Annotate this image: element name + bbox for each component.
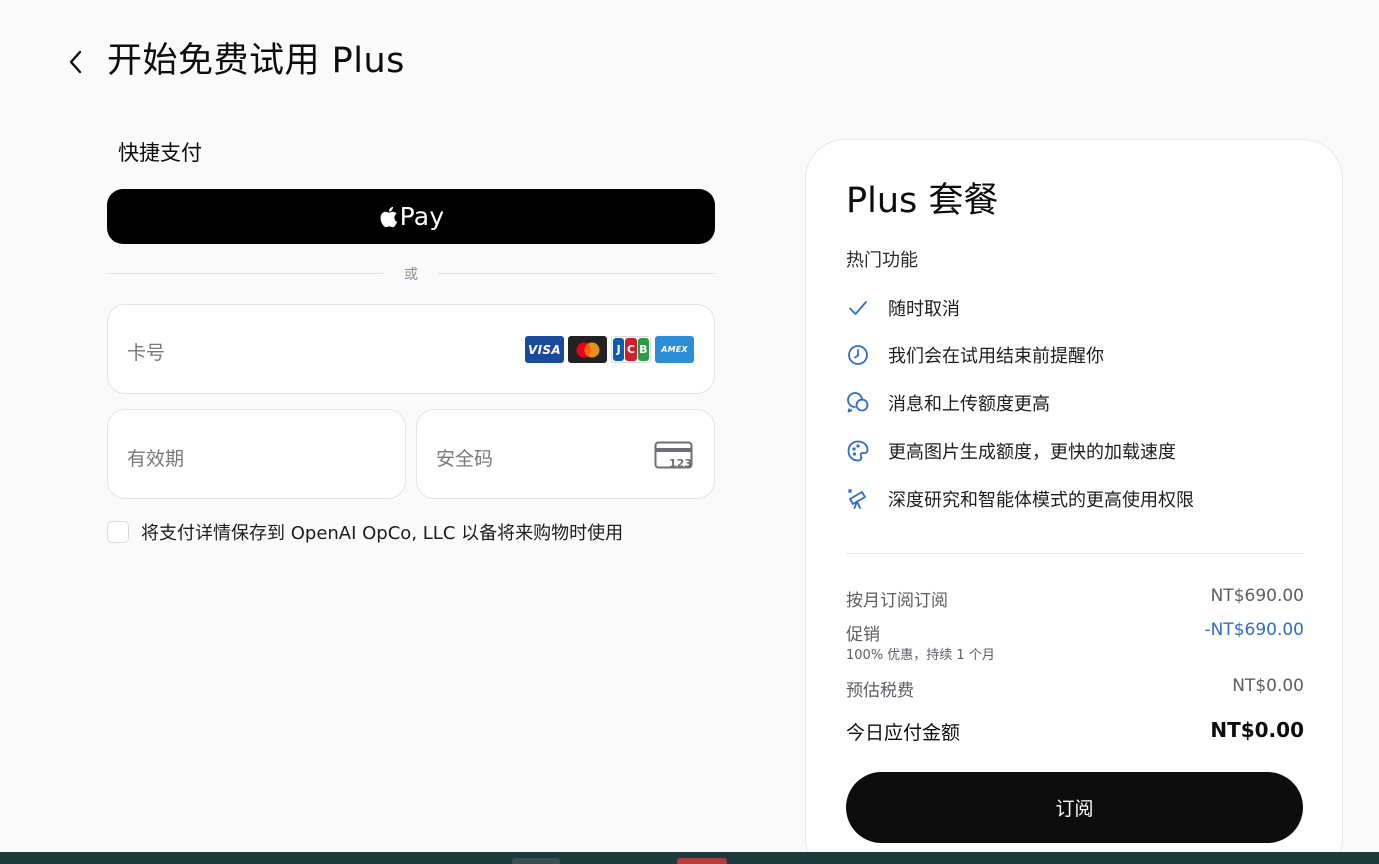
- cvc-icon-text: 123: [669, 457, 692, 470]
- mastercard-icon: [568, 336, 607, 363]
- summary-divider: [846, 553, 1304, 554]
- line-item-label: 按月订阅订阅: [846, 591, 948, 611]
- save-details-checkbox[interactable]: [107, 521, 129, 543]
- taskbar-item[interactable]: [512, 858, 560, 864]
- feature-item: 深度研究和智能体模式的更高使用权限: [846, 484, 1194, 514]
- amex-icon: AMEX: [655, 336, 694, 363]
- check-icon: [846, 296, 870, 320]
- taskbar-item[interactable]: [677, 858, 727, 864]
- line-item-promo: 促销 -NT$690.00 100% 优惠，持续 1 个月: [846, 620, 1304, 664]
- card-number-input[interactable]: 卡号 VISA J C B AMEX: [107, 304, 715, 394]
- line-item-value: NT$690.00: [1210, 586, 1304, 606]
- express-checkout-label: 快捷支付: [118, 141, 202, 165]
- subscribe-button[interactable]: 订阅: [846, 772, 1303, 843]
- divider-line-left: [107, 273, 383, 274]
- line-item-monthly: 按月订阅订阅 NT$690.00: [846, 586, 1304, 611]
- feature-text: 随时取消: [888, 299, 960, 320]
- line-item-value: -NT$690.00: [1204, 620, 1304, 640]
- clock-icon: [846, 343, 870, 367]
- feature-item: 我们会在试用结束前提醒你: [846, 340, 1104, 370]
- expiry-input[interactable]: 有效期: [107, 409, 406, 499]
- card-number-placeholder: 卡号: [127, 342, 166, 364]
- card-brands: VISA J C B AMEX: [525, 336, 694, 363]
- promo-detail: 100% 优惠，持续 1 个月: [846, 648, 995, 663]
- cvc-input[interactable]: 安全码 123: [416, 409, 715, 499]
- divider-line-right: [438, 273, 715, 274]
- back-button[interactable]: [58, 42, 94, 82]
- chevron-left-icon: [69, 50, 82, 74]
- cvc-card-icon: 123: [654, 441, 693, 470]
- expiry-placeholder: 有效期: [127, 448, 185, 470]
- save-details-row: 将支付详情保存到 OpenAI OpCo, LLC 以备将来购物时使用: [107, 519, 623, 545]
- apple-logo-icon: [380, 206, 397, 227]
- jcb-icon: J C B: [611, 336, 651, 363]
- line-item-label: 促销: [846, 625, 880, 645]
- features-heading: 热门功能: [846, 250, 918, 271]
- page-title: 开始免费试用 Plus: [107, 41, 405, 81]
- cvc-placeholder: 安全码: [436, 448, 494, 470]
- feature-item: 消息和上传额度更高: [846, 388, 1050, 418]
- feature-item: 更高图片生成额度，更快的加载速度: [846, 436, 1176, 466]
- taskbar: [0, 852, 1379, 864]
- line-item-tax: 预估税费 NT$0.00: [846, 676, 1304, 701]
- line-item-value: NT$0.00: [1232, 676, 1304, 696]
- or-divider: 或: [107, 262, 715, 284]
- save-details-label: 将支付详情保存到 OpenAI OpCo, LLC 以备将来购物时使用: [141, 523, 624, 544]
- telescope-icon: [846, 487, 870, 511]
- chat-bubbles-icon: [846, 391, 870, 415]
- plan-title: Plus 套餐: [846, 181, 999, 221]
- feature-text: 消息和上传额度更高: [888, 394, 1050, 415]
- visa-icon: VISA: [525, 336, 564, 363]
- feature-text: 我们会在试用结束前提醒你: [888, 346, 1104, 367]
- plan-summary-card: Plus 套餐 热门功能 随时取消 我们会在试用结束前提醒你 消息和上传额度更高: [805, 139, 1343, 852]
- feature-text: 深度研究和智能体模式的更高使用权限: [888, 490, 1194, 511]
- feature-item: 随时取消: [846, 293, 960, 323]
- apple-pay-label: Pay: [399, 202, 445, 231]
- apple-pay-button[interactable]: Pay: [107, 189, 715, 244]
- checkout-page: 开始免费试用 Plus 快捷支付 Pay 或 卡号 VISA J C B AME…: [0, 0, 1379, 852]
- image-gen-icon: [846, 439, 870, 463]
- or-text: 或: [404, 267, 418, 283]
- total-label: 今日应付金额: [846, 722, 961, 744]
- total-value: NT$0.00: [1210, 718, 1304, 742]
- feature-text: 更高图片生成额度，更快的加载速度: [888, 442, 1176, 463]
- line-item-label: 预估税费: [846, 681, 914, 701]
- line-item-total: 今日应付金额 NT$0.00: [846, 718, 1304, 746]
